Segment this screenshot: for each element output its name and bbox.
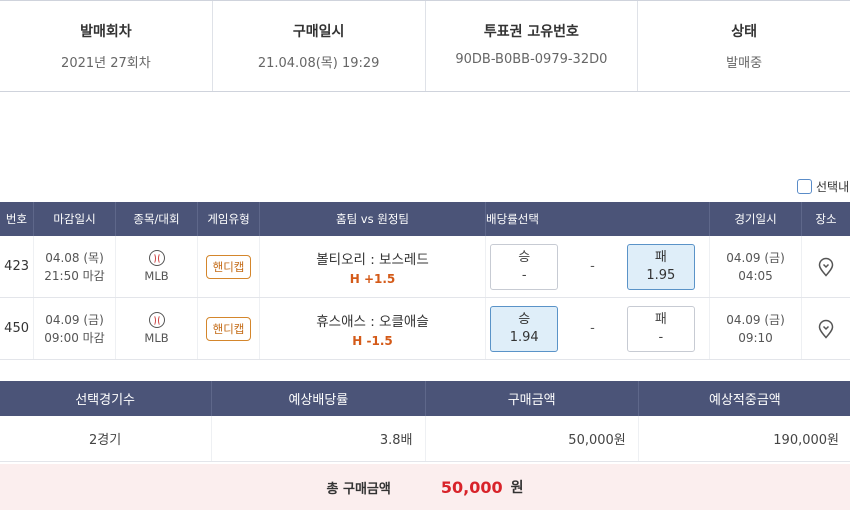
purchase-date-value: 21.04.08(목) 19:29	[257, 56, 380, 71]
header-game-count: 선택경기수	[0, 381, 213, 416]
purchase-date-label: 구매일시	[292, 24, 345, 40]
game-number: 423	[0, 236, 34, 297]
baseball-icon	[148, 312, 165, 328]
header-place: 장소	[815, 212, 837, 226]
total-purchase-bar: 총 구매금액 50,000 원	[0, 464, 850, 510]
win-label: 승	[518, 311, 531, 327]
odds-cell: 승 1.94 - 패 -	[486, 298, 710, 359]
select-all-checkbox[interactable]: 선택내	[797, 178, 849, 195]
handicap-label: H +1.5	[349, 271, 396, 286]
league-label: MLB	[144, 331, 169, 345]
lose-odds: 1.95	[646, 267, 676, 283]
deadline-cell: 04.08 (목) 21:50 마감	[34, 236, 116, 297]
round-label: 발매회차	[80, 24, 132, 40]
ticket-id-cell: 투표권 고유번호 90DB-B0BB-0979-32D0	[426, 1, 639, 91]
header-expected-odds: 예상배당률	[212, 381, 426, 416]
odds-cell: 승 - - 패 1.95	[486, 236, 710, 297]
header-game-date: 경기일시	[710, 202, 802, 236]
teams-label: 볼티오리 : 보스레드	[316, 251, 429, 268]
lose-odds-button[interactable]: 패 1.95	[626, 243, 695, 290]
table-row: 423 04.08 (목) 21:50 마감 MLB 핸디캡 볼티오리 : 보스…	[0, 236, 850, 298]
game-time: 09:10	[738, 330, 773, 345]
ticket-id-value: 90DB-B0BB-0979-32D0	[455, 52, 608, 67]
round-cell: 발매회차 2021년 27회차	[0, 1, 213, 91]
games-table-header: 번호 마감일시 종목/대회 게임유형 홈팀 vs 원정팀 배당률선택 경기일시 …	[0, 202, 850, 236]
header-teams: 홈팀 vs 원정팀	[260, 202, 486, 236]
win-odds-button[interactable]: 승 1.94	[490, 305, 559, 352]
location-pin-icon[interactable]	[816, 257, 836, 277]
deadline-cell: 04.09 (금) 09:00 마감	[34, 298, 116, 359]
draw-odds: -	[590, 259, 595, 274]
handicap-label: H -1.5	[352, 333, 393, 348]
game-type-cell: 핸디캡	[198, 236, 260, 297]
game-count-value: 2경기	[0, 416, 213, 461]
expected-odds-value: 3.8배	[212, 416, 426, 461]
game-date: 04.09 (금)	[726, 250, 785, 265]
header-deadline: 마감일시	[34, 202, 116, 236]
round-value: 2021년 27회차	[61, 56, 151, 71]
game-type-cell: 핸디캡	[198, 298, 260, 359]
header-no: 번호	[0, 202, 34, 236]
win-odds: -	[521, 267, 527, 283]
header-purchase-amount: 구매금액	[426, 381, 639, 416]
teams-label: 휴스애스 : 오클애슬	[316, 313, 429, 330]
win-odds-button[interactable]: 승 -	[490, 243, 559, 290]
deadline-date: 04.08 (목)	[45, 250, 104, 265]
ticket-id-label: 투표권 고유번호	[483, 24, 579, 40]
game-date-cell: 04.09 (금) 04:05	[710, 236, 802, 297]
header-sport: 종목/대회	[116, 202, 198, 236]
lose-label: 패	[654, 311, 667, 327]
lose-odds: -	[658, 329, 664, 345]
ticket-info-table: 발매회차 2021년 27회차 구매일시 21.04.08(목) 19:29 투…	[0, 0, 850, 92]
status-value: 발매중	[726, 56, 763, 71]
win-label: 승	[518, 249, 531, 265]
deadline-time: 21:50 마감	[44, 268, 105, 283]
teams-cell: 휴스애스 : 오클애슬 H -1.5	[260, 298, 486, 359]
game-time: 04:05	[738, 268, 773, 283]
game-type-badge: 핸디캡	[205, 254, 252, 279]
game-date-cell: 04.09 (금) 09:10	[710, 298, 802, 359]
sport-cell: MLB	[116, 298, 198, 359]
purchase-date-cell: 구매일시 21.04.08(목) 19:29	[213, 1, 426, 91]
select-all-label: 선택내	[816, 180, 850, 194]
status-cell: 상태 발매중	[638, 1, 850, 91]
place-cell	[802, 236, 850, 297]
lose-label: 패	[654, 249, 667, 265]
total-value: 50,000	[440, 477, 503, 497]
place-cell	[802, 298, 850, 359]
game-date: 04.09 (금)	[726, 312, 785, 327]
deadline-time: 09:00 마감	[44, 330, 105, 345]
deadline-date: 04.09 (금)	[45, 312, 104, 327]
league-label: MLB	[144, 269, 169, 283]
win-odds: 1.94	[509, 329, 539, 345]
baseball-icon	[148, 250, 165, 266]
header-expected-payout: 예상적중금액	[708, 393, 781, 408]
table-row: 450 04.09 (금) 09:00 마감 MLB 핸디캡 휴스애스 : 오클…	[0, 298, 850, 360]
summary-row: 2경기 3.8배 50,000원 190,000원	[0, 416, 850, 462]
location-pin-icon[interactable]	[816, 319, 836, 339]
total-label: 총 구매금액	[326, 481, 391, 497]
summary-table: 선택경기수 예상배당률 구매금액 예상적중금액 2경기 3.8배 50,000원…	[0, 381, 850, 462]
games-table: 번호 마감일시 종목/대회 게임유형 홈팀 vs 원정팀 배당률선택 경기일시 …	[0, 202, 850, 360]
header-odds: 배당률선택	[486, 202, 710, 236]
status-label: 상태	[731, 24, 757, 40]
expected-payout-value: 190,000원	[773, 433, 839, 448]
total-unit: 원	[510, 480, 524, 496]
header-game-type: 게임유형	[198, 202, 260, 236]
lose-odds-button[interactable]: 패 -	[626, 305, 695, 352]
game-type-badge: 핸디캡	[205, 316, 252, 341]
summary-header: 선택경기수 예상배당률 구매금액 예상적중금액	[0, 381, 850, 416]
checkbox-icon[interactable]	[797, 179, 812, 194]
draw-odds: -	[590, 321, 595, 336]
teams-cell: 볼티오리 : 보스레드 H +1.5	[260, 236, 486, 297]
purchase-amount-value: 50,000원	[426, 416, 639, 461]
sport-cell: MLB	[116, 236, 198, 297]
game-number: 450	[0, 298, 34, 359]
